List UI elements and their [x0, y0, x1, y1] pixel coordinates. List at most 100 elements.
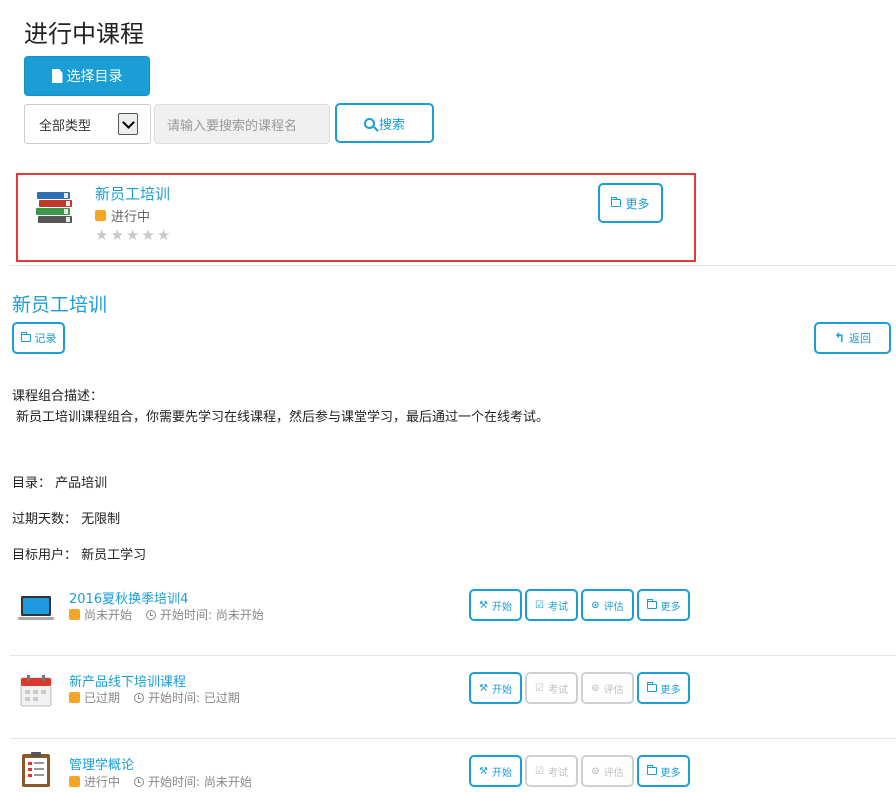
evaluate-button[interactable]: ⊙ 评估	[581, 589, 634, 621]
clipboard-icon	[22, 752, 50, 787]
divider	[10, 265, 896, 266]
back-button[interactable]: ↰ 返回	[814, 322, 891, 354]
catalog-row: 目录： 产品培训	[12, 472, 107, 491]
more-button[interactable]: 更多	[637, 672, 690, 704]
clock-icon	[134, 776, 145, 787]
course-title[interactable]: 新产品线下培训课程	[69, 671, 186, 690]
course-meta: 已过期 开始时间: 已过期	[69, 689, 240, 706]
search-label: 搜索	[378, 117, 405, 133]
start-button[interactable]: ⚒ 开始	[469, 672, 522, 704]
books-icon	[36, 192, 72, 223]
status-square-icon	[95, 210, 106, 221]
folder-icon	[611, 197, 622, 207]
folder-icon	[646, 682, 657, 692]
search-icon	[363, 117, 375, 129]
record-icon: ⊙	[591, 599, 600, 611]
star-icon: ★	[125, 226, 140, 244]
record-button[interactable]: 记录	[12, 322, 65, 354]
exam-button[interactable]: ☑ 考试	[525, 755, 578, 787]
evaluate-label: 评估	[603, 767, 624, 779]
evaluate-label: 评估	[603, 684, 624, 696]
target-row: 目标用户： 新员工学习	[12, 544, 146, 563]
course-title[interactable]: 管理学概论	[69, 754, 134, 773]
more-button[interactable]: 更多	[637, 589, 690, 621]
evaluate-label: 评估	[603, 601, 624, 613]
course-card-title[interactable]: 新员工培训	[95, 183, 170, 204]
evaluate-button[interactable]: ⊙ 评估	[581, 755, 634, 787]
course-status: 尚未开始	[84, 608, 133, 622]
course-card-status-label: 进行中	[111, 210, 151, 225]
laptop-icon	[18, 596, 54, 620]
start-button[interactable]: ⚒ 开始	[469, 589, 522, 621]
course-start-time: 开始时间: 已过期	[148, 691, 240, 705]
evaluate-button[interactable]: ⊙ 评估	[581, 672, 634, 704]
status-square-icon	[69, 609, 80, 620]
description-text: 新员工培训课程组合，你需要先学习在线课程，然后参与课堂学习，最后通过一个在线考试…	[16, 410, 550, 425]
edit-icon: ☑	[535, 765, 544, 777]
clock-icon	[134, 692, 145, 703]
back-label: 返回	[848, 332, 871, 345]
description-label: 课程组合描述：	[12, 389, 104, 404]
clock-icon	[146, 609, 157, 620]
magic-wand-icon: ⚒	[479, 682, 488, 694]
folder-icon	[20, 332, 31, 342]
edit-icon: ☑	[535, 599, 544, 611]
exam-button[interactable]: ☑ 考试	[525, 672, 578, 704]
folder-icon	[646, 765, 657, 775]
type-select[interactable]: 全部类型	[24, 104, 151, 144]
start-label: 开始	[491, 684, 512, 696]
type-select-value: 全部类型	[39, 118, 92, 134]
search-input[interactable]: 请输入要搜索的课程名	[154, 104, 330, 144]
catalog-label: 目录：	[12, 476, 52, 491]
detail-title: 新员工培训	[12, 294, 108, 316]
star-icon: ★	[110, 226, 124, 244]
calendar-icon	[20, 675, 52, 707]
card-more-label: 更多	[625, 196, 650, 211]
course-start-time: 开始时间: 尚未开始	[160, 608, 264, 622]
expiry-row: 过期天数： 无限制	[12, 508, 120, 527]
divider	[10, 738, 896, 739]
more-label: 更多	[660, 767, 681, 779]
expiry-value: 无限制	[81, 512, 121, 527]
target-label: 目标用户：	[12, 548, 78, 563]
more-label: 更多	[660, 684, 681, 696]
page-title: 进行中课程	[24, 20, 144, 48]
more-button[interactable]: 更多	[637, 755, 690, 787]
expiry-label: 过期天数：	[12, 512, 78, 527]
course-card-status: 进行中	[95, 206, 150, 225]
exam-label: 考试	[547, 684, 568, 696]
star-icon: ★	[141, 226, 155, 244]
exam-label: 考试	[547, 767, 568, 779]
course-meta: 尚未开始 开始时间: 尚未开始	[69, 606, 264, 623]
exam-button[interactable]: ☑ 考试	[525, 589, 578, 621]
star-icon: ★	[95, 226, 109, 244]
rating-stars: ★ ★ ★ ★ ★	[95, 228, 170, 243]
course-start-time: 开始时间: 尚未开始	[148, 775, 252, 789]
select-catalog-label: 选择目录	[66, 69, 123, 85]
course-status: 已过期	[84, 691, 121, 705]
file-icon	[51, 69, 63, 83]
select-catalog-button[interactable]: 选择目录	[24, 56, 150, 96]
edit-icon: ☑	[535, 682, 544, 694]
search-placeholder: 请输入要搜索的课程名	[167, 118, 298, 134]
divider	[10, 655, 896, 656]
course-title[interactable]: 2016夏秋换季培训4	[69, 588, 188, 607]
target-value: 新员工学习	[81, 548, 147, 563]
folder-icon	[646, 599, 657, 609]
catalog-value: 产品培训	[55, 476, 108, 491]
status-square-icon	[69, 692, 80, 703]
status-square-icon	[69, 776, 80, 787]
more-label: 更多	[660, 601, 681, 613]
record-label: 记录	[34, 332, 57, 345]
reply-icon: ↰	[834, 330, 845, 346]
star-icon: ★	[156, 226, 171, 244]
course-status: 进行中	[84, 775, 121, 789]
record-icon: ⊙	[591, 682, 600, 694]
search-button[interactable]: 搜索	[335, 103, 434, 143]
start-button[interactable]: ⚒ 开始	[469, 755, 522, 787]
chevron-down-icon[interactable]	[118, 113, 138, 135]
card-more-button[interactable]: 更多	[598, 183, 663, 223]
magic-wand-icon: ⚒	[479, 599, 488, 611]
course-meta: 进行中 开始时间: 尚未开始	[69, 773, 252, 790]
start-label: 开始	[491, 767, 512, 779]
